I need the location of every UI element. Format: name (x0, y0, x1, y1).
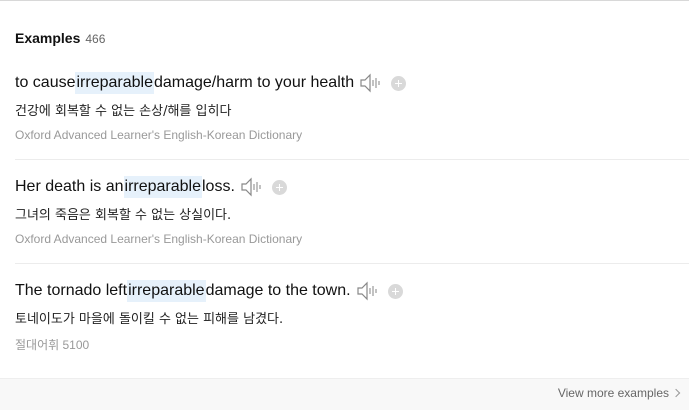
example-item: The tornado left irreparable damage to t… (15, 280, 689, 353)
add-icon[interactable] (387, 283, 403, 299)
translation-text: 토네이도가 마을에 돌이킬 수 없는 피해를 남겼다. (15, 312, 284, 327)
divider (15, 263, 689, 264)
sentence-text: to cause (15, 74, 76, 91)
divider (15, 159, 689, 160)
chevron-right-icon (671, 388, 681, 398)
sentence-text: damage/harm to your health (153, 74, 355, 91)
speaker-icon[interactable] (240, 177, 264, 197)
sentence-text: The tornado left (15, 282, 128, 299)
source-text: Oxford Advanced Learner's English-Korean… (15, 232, 303, 246)
view-more-label: View more examples (557, 386, 669, 400)
sentence-text: Her death is an (15, 178, 124, 195)
highlighted-word: irreparable (75, 72, 154, 94)
speaker-icon[interactable] (356, 281, 380, 301)
example-sentence: Her death is an irreparable loss. (15, 176, 689, 198)
sentence-text: damage to the town. (205, 282, 351, 299)
translation-text: 그녀의 죽음은 회복할 수 없는 상실이다. (15, 208, 232, 223)
example-sentence: The tornado left irreparable damage to t… (15, 280, 689, 302)
highlighted-word: irreparable (127, 280, 206, 302)
view-more-link[interactable]: View more examples (557, 386, 681, 400)
example-item: Her death is an irreparable loss. 그녀의 죽음… (15, 176, 689, 246)
add-icon[interactable] (271, 179, 287, 195)
speaker-icon[interactable] (359, 73, 383, 93)
example-sentence: to cause irreparable damage/harm to your… (15, 72, 689, 94)
add-icon[interactable] (391, 75, 407, 91)
example-item: to cause irreparable damage/harm to your… (15, 72, 689, 142)
sentence-text: loss. (202, 178, 235, 195)
examples-title: Examples (15, 30, 81, 46)
source-text: 절대어휘 5100 (15, 338, 90, 352)
translation-text: 건강에 회복할 수 없는 손상/해를 입히다 (15, 104, 232, 119)
examples-header: Examples 466 (15, 30, 105, 46)
top-divider (0, 0, 689, 1)
highlighted-word: irreparable (123, 176, 202, 198)
source-text: Oxford Advanced Learner's English-Korean… (15, 128, 303, 142)
examples-count: 466 (85, 32, 106, 46)
